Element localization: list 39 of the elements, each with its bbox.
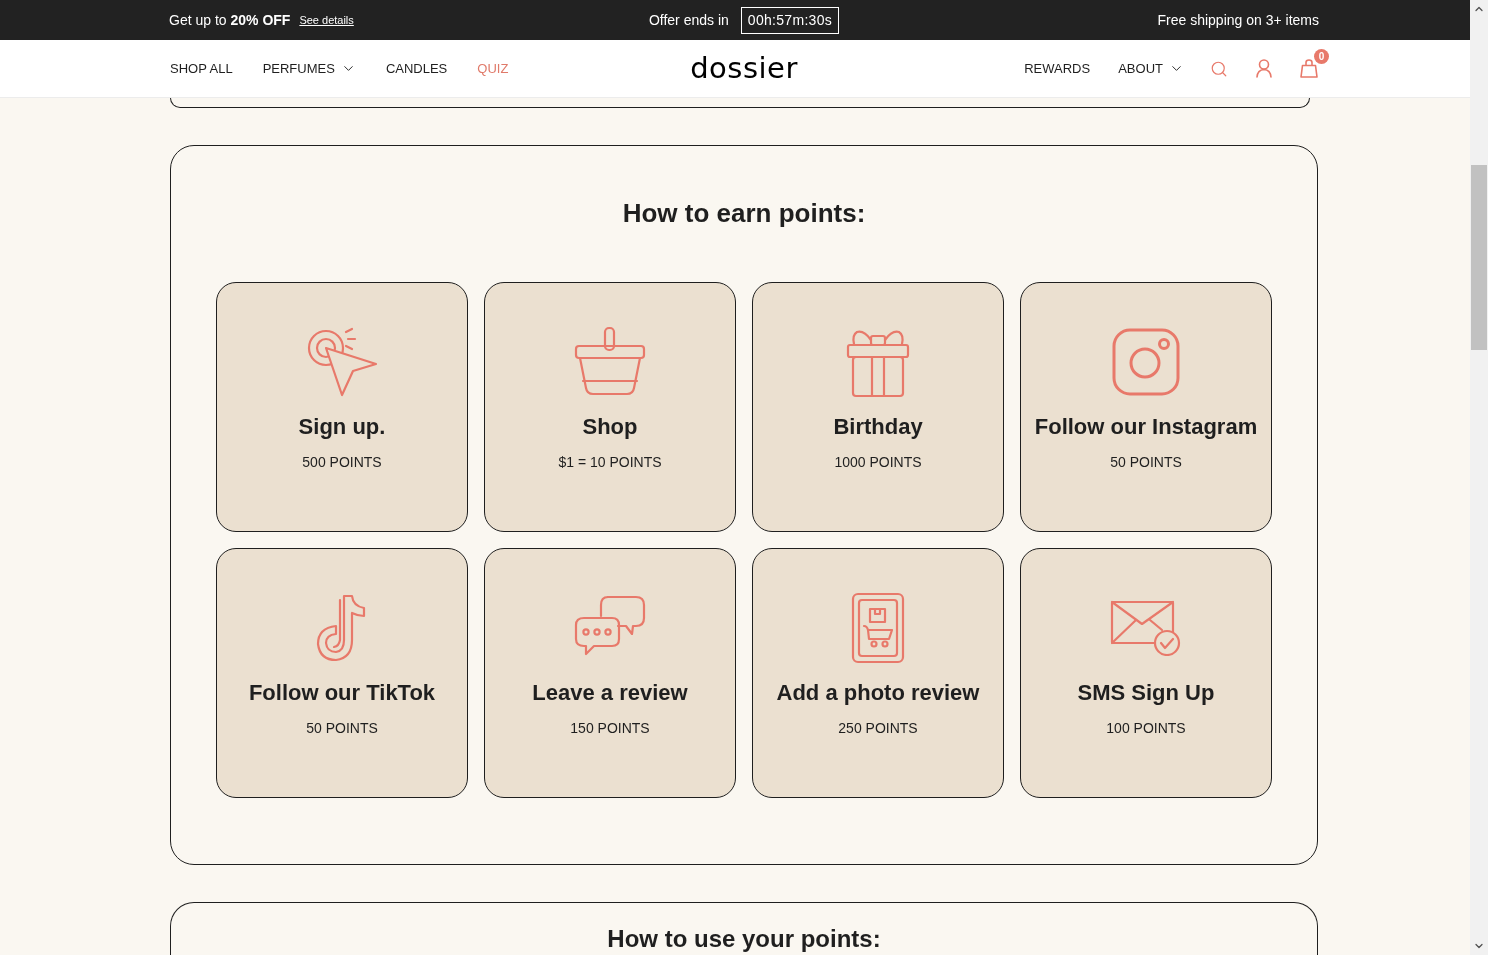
nav-link[interactable]: SHOP ALL [170, 58, 233, 79]
points-value: 50 POINTS [1110, 453, 1182, 471]
countdown-label: Offer ends in [648, 10, 729, 30]
instagram-icon [1110, 326, 1182, 398]
card-title: Shop [582, 413, 638, 441]
points-value: 250 POINTS [838, 719, 918, 737]
cursor-click-icon [306, 326, 378, 398]
countdown-timer: 00h:57m:30s [740, 6, 840, 34]
card-title: Birthday [833, 413, 923, 441]
nav-link[interactable]: PERFUMES [262, 58, 356, 79]
envelope-check-icon [1110, 600, 1182, 656]
nav-link[interactable]: ABOUT [1118, 58, 1184, 79]
card-title: Leave a review [532, 679, 688, 707]
shopping-bag-icon[interactable] [1300, 59, 1318, 78]
section-heading: How to use your points: [607, 925, 881, 952]
points-value: 150 POINTS [570, 719, 650, 737]
cart-count-badge: 0 [1314, 49, 1329, 64]
card-title: Follow our Instagram [1034, 413, 1258, 441]
scrollbar[interactable] [1470, 0, 1488, 955]
points-value: 500 POINTS [302, 453, 382, 471]
nav-link[interactable]: CANDLES [385, 58, 448, 79]
scrollbar-thumb[interactable] [1471, 165, 1487, 350]
section-heading: How to earn points: [622, 197, 866, 230]
user-icon[interactable] [1256, 59, 1272, 78]
nav-link[interactable]: REWARDS [1024, 58, 1091, 79]
points-value: $1 = 10 POINTS [558, 453, 662, 471]
points-value: 100 POINTS [1106, 719, 1186, 737]
search-icon[interactable] [1210, 59, 1228, 78]
card-title: SMS Sign Up [1077, 679, 1215, 707]
see-details-link[interactable]: See details [299, 11, 354, 29]
basket-icon [574, 326, 646, 398]
shipping-text: Free shipping on 3+ items [1157, 10, 1319, 30]
points-value: 50 POINTS [306, 719, 378, 737]
card-title: Add a photo review [776, 679, 980, 707]
card-title: Follow our TikTok [248, 679, 436, 707]
card-title: Sign up. [298, 413, 386, 441]
promo-text: Get up to 20% OFF [169, 10, 291, 30]
points-value: 1000 POINTS [834, 453, 922, 471]
brand-logo[interactable]: dossier [690, 54, 798, 83]
